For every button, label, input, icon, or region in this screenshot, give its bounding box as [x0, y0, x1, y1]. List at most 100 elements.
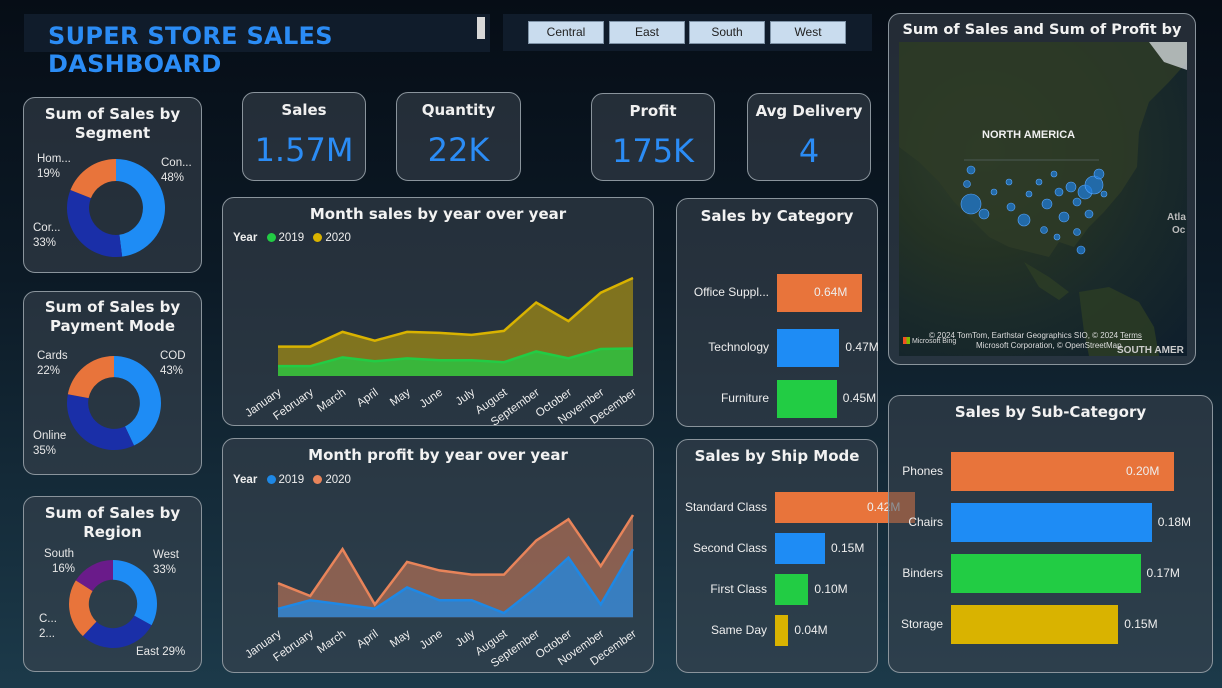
- data-point-2019[interactable]: [276, 364, 280, 368]
- segment-donut-card[interactable]: Sum of Sales by Segment Hom... 19% Con...…: [23, 97, 202, 273]
- data-point-2019[interactable]: [308, 364, 312, 368]
- data-point-2019[interactable]: [470, 358, 474, 362]
- data-point-2020[interactable]: [437, 568, 441, 572]
- kpi-quantity-card[interactable]: Quantity 22K: [396, 92, 521, 181]
- month-profit-area-chart[interactable]: JanuaryFebruary March April May June JulyAugu…: [223, 439, 653, 672]
- bar-second-class[interactable]: [775, 533, 825, 564]
- data-point-2020[interactable]: [599, 564, 603, 568]
- donut-slice-west[interactable]: [113, 560, 157, 626]
- month-sales-area-chart[interactable]: JanuaryFebruary March April May June JulyAugu…: [223, 198, 653, 425]
- month-profit-card[interactable]: Month profit by year over year Year 2019…: [222, 438, 654, 673]
- kpi-profit-card[interactable]: Profit 175K: [591, 93, 715, 181]
- category-card[interactable]: Sales by Category Office Suppl... 0.64M Te…: [676, 198, 879, 427]
- region-donut-chart[interactable]: [68, 559, 158, 649]
- data-point-2019[interactable]: [373, 607, 377, 611]
- ship-mode-bars[interactable]: Standard Class 0.42M Second Class 0.15M Firs…: [677, 440, 915, 672]
- data-point-2019[interactable]: [437, 358, 441, 362]
- data-point-2019[interactable]: [276, 607, 280, 611]
- slicer-west-button[interactable]: West: [770, 21, 846, 44]
- data-point-2020[interactable]: [470, 573, 474, 577]
- ship-mode-card[interactable]: Sales by Ship Mode Standard Class 0.42M Se…: [676, 439, 915, 673]
- bar-category-label: Binders: [902, 565, 943, 580]
- slicer-south-button[interactable]: South: [689, 21, 765, 44]
- payment-pct-online: 35%: [33, 445, 57, 457]
- data-point-2019[interactable]: [341, 355, 345, 359]
- bar-furniture[interactable]: [777, 380, 837, 418]
- data-point-2019[interactable]: [631, 347, 635, 351]
- donut-slice-online[interactable]: [66, 394, 135, 450]
- payment-pct-cod: 43%: [160, 365, 184, 377]
- kpi-avg-delivery-value: 4: [798, 132, 820, 170]
- donut-slice-consumer[interactable]: [116, 159, 165, 257]
- bar-chairs[interactable]: [951, 503, 1152, 542]
- payment-pct-cards: 22%: [37, 365, 61, 377]
- data-point-2020[interactable]: [373, 603, 377, 607]
- data-point-2019[interactable]: [631, 547, 635, 551]
- data-point-2020[interactable]: [405, 330, 409, 334]
- slicer-central-button[interactable]: Central: [528, 21, 604, 44]
- donut-slice-home-office[interactable]: [70, 159, 116, 199]
- data-point-2019[interactable]: [405, 356, 409, 360]
- month-sales-card[interactable]: Month sales by year over year Year 2019 …: [222, 197, 654, 426]
- data-point-2019[interactable]: [373, 359, 377, 363]
- slicer-east-button[interactable]: East: [609, 21, 685, 44]
- data-point-2019[interactable]: [566, 556, 570, 560]
- data-point-2020[interactable]: [437, 331, 441, 335]
- data-point-2020[interactable]: [534, 300, 538, 304]
- data-point-2020[interactable]: [405, 560, 409, 564]
- kpi-sales-card[interactable]: Sales 1.57M: [242, 92, 366, 181]
- bar-first-class[interactable]: [775, 574, 809, 605]
- title-marker: [477, 17, 485, 39]
- bar-storage[interactable]: [951, 605, 1119, 644]
- state-bubble: [1073, 228, 1081, 236]
- data-point-2020[interactable]: [341, 547, 345, 551]
- data-point-2019[interactable]: [502, 360, 506, 364]
- sub-category-card[interactable]: Sales by Sub-Category Phones 0.20M Chairs 0…: [888, 395, 1213, 673]
- data-point-2019[interactable]: [599, 347, 603, 351]
- data-point-2019[interactable]: [502, 611, 506, 615]
- payment-label-online: Online: [33, 430, 67, 442]
- kpi-avg-delivery-card[interactable]: Avg Delivery 4: [747, 93, 871, 181]
- data-point-2019[interactable]: [437, 598, 441, 602]
- bar-technology[interactable]: [777, 329, 840, 367]
- title-bar: SUPER STORE SALES DASHBOARD: [24, 14, 490, 78]
- sub-category-bars[interactable]: Phones 0.20M Chairs 0.18M Binders 0.17M Storag…: [889, 396, 1212, 672]
- map-terms-link[interactable]: Terms: [1120, 331, 1142, 340]
- data-point-2020[interactable]: [470, 333, 474, 337]
- data-point-2020[interactable]: [566, 319, 570, 323]
- data-point-2020[interactable]: [631, 513, 635, 517]
- bar-same-day[interactable]: [775, 615, 789, 646]
- data-point-2019[interactable]: [534, 585, 538, 589]
- data-point-2020[interactable]: [534, 539, 538, 543]
- data-point-2020[interactable]: [502, 329, 506, 333]
- payment-donut-chart[interactable]: [66, 355, 162, 451]
- donut-slice-cards[interactable]: [67, 356, 114, 399]
- category-bars[interactable]: Office Suppl... 0.64M Technology 0.47M Furni…: [677, 199, 879, 426]
- data-point-2020[interactable]: [276, 581, 280, 585]
- data-point-2019[interactable]: [566, 356, 570, 360]
- state-sales-map[interactable]: NORTH AMERICA Atla Oc SOUTH AMER © 2024 …: [899, 42, 1187, 356]
- region-donut-card[interactable]: Sum of Sales by Region South 16% West 33% …: [23, 496, 202, 672]
- data-point-2019[interactable]: [470, 598, 474, 602]
- data-point-2020[interactable]: [308, 594, 312, 598]
- data-point-2019[interactable]: [308, 598, 312, 602]
- state-bubble: [1006, 202, 1016, 212]
- data-point-2019[interactable]: [599, 603, 603, 607]
- data-point-2020[interactable]: [502, 573, 506, 577]
- bar-binders[interactable]: [951, 554, 1141, 593]
- segment-donut-chart[interactable]: [66, 158, 166, 258]
- data-point-2020[interactable]: [631, 276, 635, 280]
- payment-donut-card[interactable]: Sum of Sales by Payment Mode Cards 22% CO…: [23, 291, 202, 475]
- data-point-2020[interactable]: [373, 339, 377, 343]
- data-point-2020[interactable]: [566, 517, 570, 521]
- data-point-2020[interactable]: [308, 345, 312, 349]
- x-tick-label: March: [315, 628, 348, 656]
- data-point-2020[interactable]: [599, 291, 603, 295]
- data-point-2019[interactable]: [341, 603, 345, 607]
- data-point-2020[interactable]: [341, 330, 345, 334]
- state-bubble: [963, 180, 971, 188]
- donut-slice-corporate[interactable]: [67, 189, 123, 257]
- data-point-2019[interactable]: [405, 585, 409, 589]
- data-point-2020[interactable]: [276, 345, 280, 349]
- data-point-2019[interactable]: [534, 349, 538, 353]
